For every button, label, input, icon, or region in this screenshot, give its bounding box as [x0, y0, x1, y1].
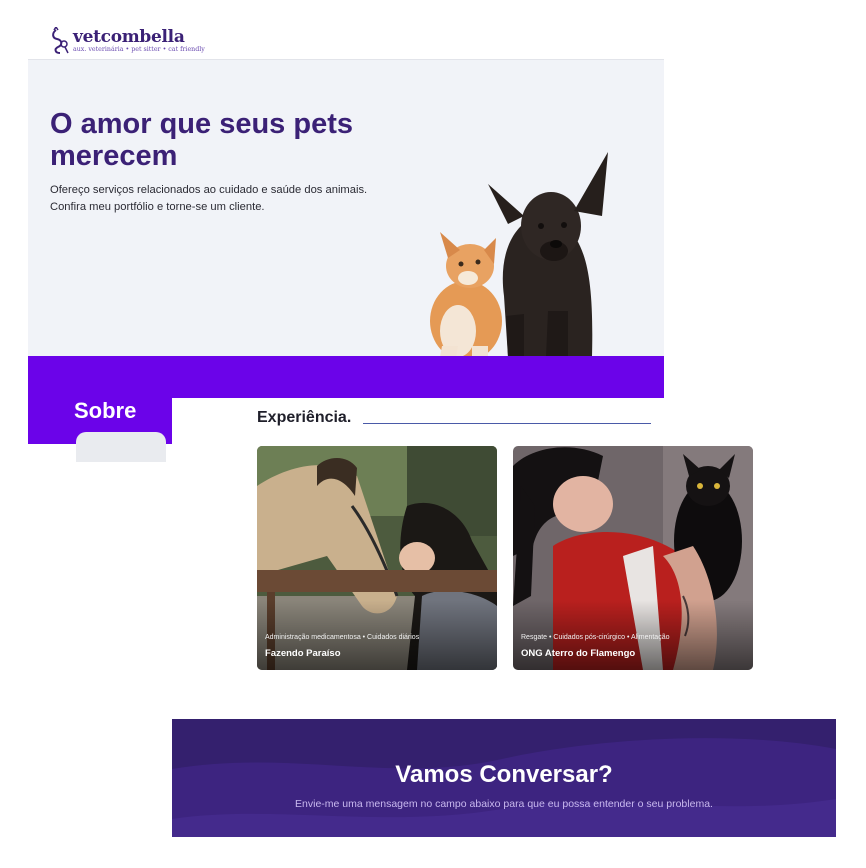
- home-section: vetcombella aux. veterinária • pet sitte…: [28, 0, 664, 444]
- card-title: Fazendo Paraíso: [265, 648, 341, 659]
- contact-subtitle: Envie-me uma mensagem no campo abaixo pa…: [295, 798, 713, 810]
- brand-tagline: aux. veterinária • pet sitter • cat frie…: [73, 46, 205, 53]
- contact-section: Vamos Conversar? Envie-me uma mensagem n…: [172, 719, 836, 837]
- experience-card-fazendo-paraiso[interactable]: Administração medicamentosa • Cuidados d…: [257, 446, 497, 670]
- hero-text: Ofereço serviços relacionados ao cuidado…: [50, 184, 368, 213]
- contact-heading: Vamos Conversar?: [395, 761, 613, 788]
- card-title: ONG Aterro do Flamengo: [521, 648, 636, 659]
- header-bar: vetcombella aux. veterinária • pet sitte…: [28, 0, 664, 60]
- about-card-preview: [76, 432, 166, 462]
- dog-and-kitten-image: [430, 152, 608, 357]
- experience-heading: Experiência.: [257, 409, 352, 426]
- experience-card-ong-aterro[interactable]: Resgate • Cuidados pós-cirúrgico • Alime…: [513, 446, 753, 670]
- card-tags: Resgate • Cuidados pós-cirúrgico • Alime…: [521, 634, 670, 641]
- brand-name[interactable]: vetcombella: [73, 27, 185, 47]
- about-heading: Sobre: [74, 398, 137, 423]
- hero-title: O amor que seus pets merecem: [50, 108, 353, 172]
- pet-logo-icon[interactable]: [50, 27, 72, 55]
- heading-divider: [363, 423, 651, 424]
- card-tags: Administração medicamentosa • Cuidados d…: [265, 634, 420, 641]
